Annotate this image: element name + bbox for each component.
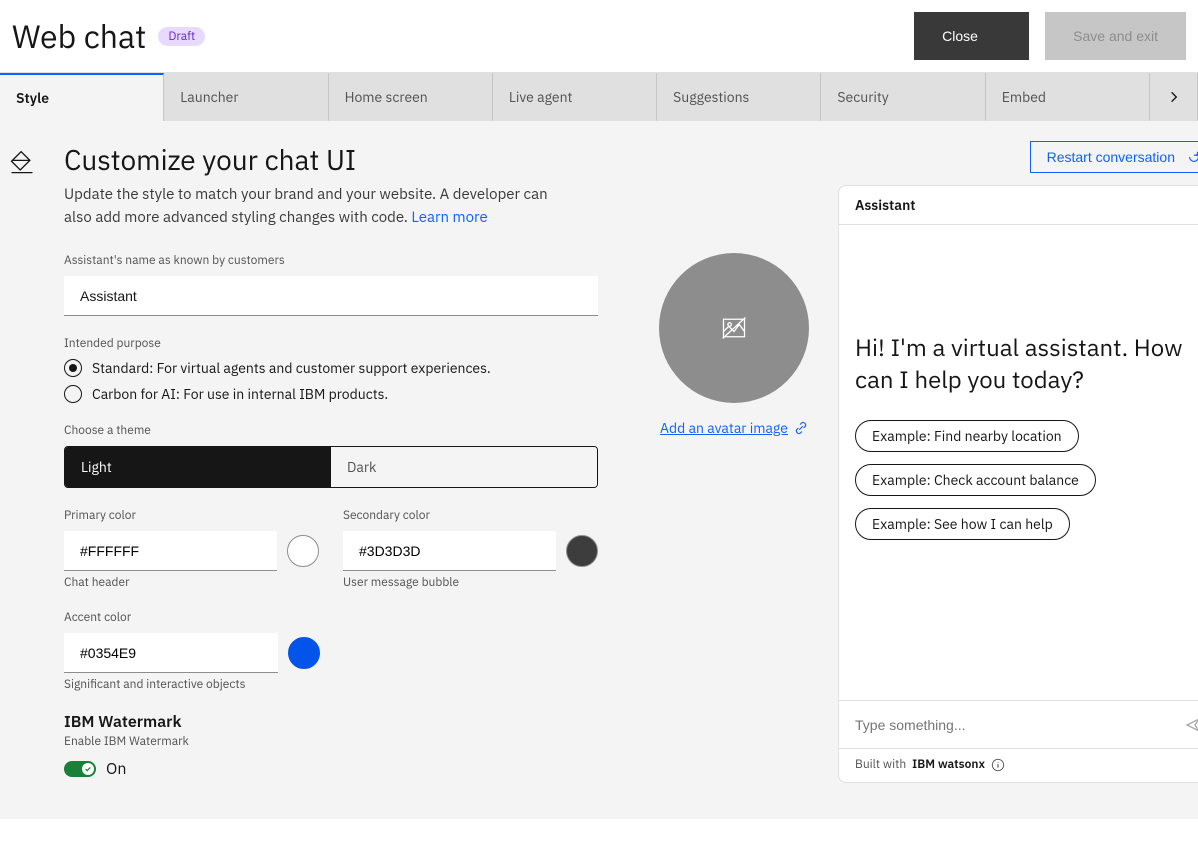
accent-color-helper: Significant and interactive objects: [64, 677, 320, 692]
tab-bar: Style Launcher Home screen Live agent Su…: [0, 72, 1198, 121]
purpose-label: Intended purpose: [64, 336, 598, 351]
tab-scroll-right[interactable]: [1150, 73, 1198, 121]
watermark-field: IBM Watermark Enable IBM Watermark On: [64, 712, 598, 779]
colors-row: Primary color Chat header Secondary colo…: [64, 508, 598, 590]
watermark-toggle-row: On: [64, 759, 598, 779]
form-main: Assistant's name as known by customers I…: [64, 253, 598, 799]
accent-color-swatch[interactable]: [288, 637, 320, 669]
radio-unchecked-icon: [64, 385, 82, 403]
link-icon: [794, 421, 808, 435]
primary-color-input[interactable]: [64, 531, 277, 571]
purpose-standard-radio[interactable]: Standard: For virtual agents and custome…: [64, 359, 598, 377]
checkmark-icon: [84, 765, 92, 773]
purpose-carbon-radio[interactable]: Carbon for AI: For use in internal IBM p…: [64, 385, 598, 403]
add-avatar-link[interactable]: Add an avatar image: [660, 419, 808, 437]
content-area: Customize your chat UI Update the style …: [0, 121, 1198, 819]
purpose-carbon-label: Carbon for AI: For use in internal IBM p…: [92, 385, 388, 403]
chat-footer: Built with IBM watsonx: [839, 748, 1198, 782]
left-column: Customize your chat UI Update the style …: [8, 141, 814, 799]
welcome-message: Hi! I'm a virtual assistant. How can I h…: [855, 331, 1198, 396]
suggestion-pill[interactable]: Example: Find nearby location: [855, 420, 1079, 452]
footer-brand: IBM watsonx: [912, 757, 985, 772]
theme-light-option[interactable]: Light: [65, 447, 331, 487]
restart-conversation-button[interactable]: Restart conversation: [1030, 141, 1198, 173]
footer-prefix: Built with: [855, 757, 906, 772]
form-row: Assistant's name as known by customers I…: [64, 253, 814, 799]
chat-preview-header: Assistant: [839, 186, 1198, 225]
chat-preview: Assistant Hi! I'm a virtual assistant. H…: [838, 185, 1198, 783]
avatar-column: Add an avatar image: [654, 253, 814, 799]
learn-more-link[interactable]: Learn more: [411, 208, 487, 227]
draft-badge: Draft: [158, 27, 205, 46]
preview-column: Restart conversation Assistant Hi! I'm a…: [838, 141, 1198, 799]
assistant-name-input[interactable]: [64, 276, 598, 316]
accent-color-input[interactable]: [64, 633, 278, 673]
theme-field: Choose a theme Light Dark: [64, 423, 598, 488]
section-description: Update the style to match your brand and…: [64, 184, 564, 229]
purpose-radio-group: Standard: For virtual agents and custome…: [64, 359, 598, 403]
header-left: Web chat Draft: [12, 15, 205, 57]
theme-dark-option[interactable]: Dark: [331, 447, 597, 487]
radio-checked-icon: [64, 359, 82, 377]
purpose-field: Intended purpose Standard: For virtual a…: [64, 336, 598, 403]
chevron-right-icon: [1166, 89, 1181, 105]
secondary-color-input[interactable]: [343, 531, 556, 571]
section-body: Customize your chat UI Update the style …: [64, 141, 814, 799]
watermark-desc: Enable IBM Watermark: [64, 734, 598, 749]
suggestion-pill[interactable]: Example: See how I can help: [855, 508, 1070, 540]
accent-color-field: Accent color Significant and interactive…: [64, 610, 320, 692]
restart-wrap: Restart conversation: [838, 141, 1198, 173]
close-button[interactable]: Close: [914, 12, 1029, 60]
primary-color-helper: Chat header: [64, 575, 319, 590]
page-header: Web chat Draft Close Save and exit: [0, 0, 1198, 72]
header-actions: Close Save and exit: [914, 12, 1186, 60]
theme-switcher: Light Dark: [64, 446, 598, 488]
tab-security[interactable]: Security: [821, 73, 985, 121]
chat-preview-body: Hi! I'm a virtual assistant. How can I h…: [839, 225, 1198, 700]
assistant-name-field: Assistant's name as known by customers: [64, 253, 598, 316]
secondary-color-swatch[interactable]: [566, 535, 598, 567]
page-title: Web chat: [12, 15, 146, 57]
secondary-color-field: Secondary color User message bubble: [343, 508, 598, 590]
restart-label: Restart conversation: [1047, 149, 1175, 165]
watermark-toggle[interactable]: [64, 761, 96, 777]
tab-launcher[interactable]: Launcher: [164, 73, 328, 121]
info-icon[interactable]: [991, 758, 1005, 772]
chat-input-row: [839, 700, 1198, 748]
tab-home-screen[interactable]: Home screen: [329, 73, 493, 121]
tab-live-agent[interactable]: Live agent: [493, 73, 657, 121]
restart-icon: [1187, 150, 1198, 164]
add-avatar-label: Add an avatar image: [660, 419, 788, 437]
primary-color-label: Primary color: [64, 508, 319, 523]
secondary-color-helper: User message bubble: [343, 575, 598, 590]
tab-embed[interactable]: Embed: [986, 73, 1150, 121]
tab-style[interactable]: Style: [0, 73, 164, 121]
primary-color-field: Primary color Chat header: [64, 508, 319, 590]
paint-bucket-icon: [8, 141, 40, 799]
theme-label: Choose a theme: [64, 423, 598, 438]
chat-text-input[interactable]: [855, 717, 1185, 733]
tab-suggestions[interactable]: Suggestions: [657, 73, 821, 121]
section-title: Customize your chat UI: [64, 141, 814, 178]
watermark-title: IBM Watermark: [64, 712, 598, 732]
no-image-icon: [720, 314, 748, 342]
save-exit-button[interactable]: Save and exit: [1045, 12, 1186, 60]
toggle-knob: [82, 763, 94, 775]
suggestion-list: Example: Find nearby location Example: C…: [855, 420, 1198, 540]
purpose-standard-label: Standard: For virtual agents and custome…: [92, 359, 491, 377]
toggle-label: On: [106, 759, 126, 779]
secondary-color-label: Secondary color: [343, 508, 598, 523]
suggestion-pill[interactable]: Example: Check account balance: [855, 464, 1096, 496]
assistant-name-label: Assistant's name as known by customers: [64, 253, 598, 268]
primary-color-swatch[interactable]: [287, 535, 319, 567]
accent-color-label: Accent color: [64, 610, 320, 625]
send-icon[interactable]: [1185, 717, 1198, 733]
avatar-placeholder: [659, 253, 809, 403]
